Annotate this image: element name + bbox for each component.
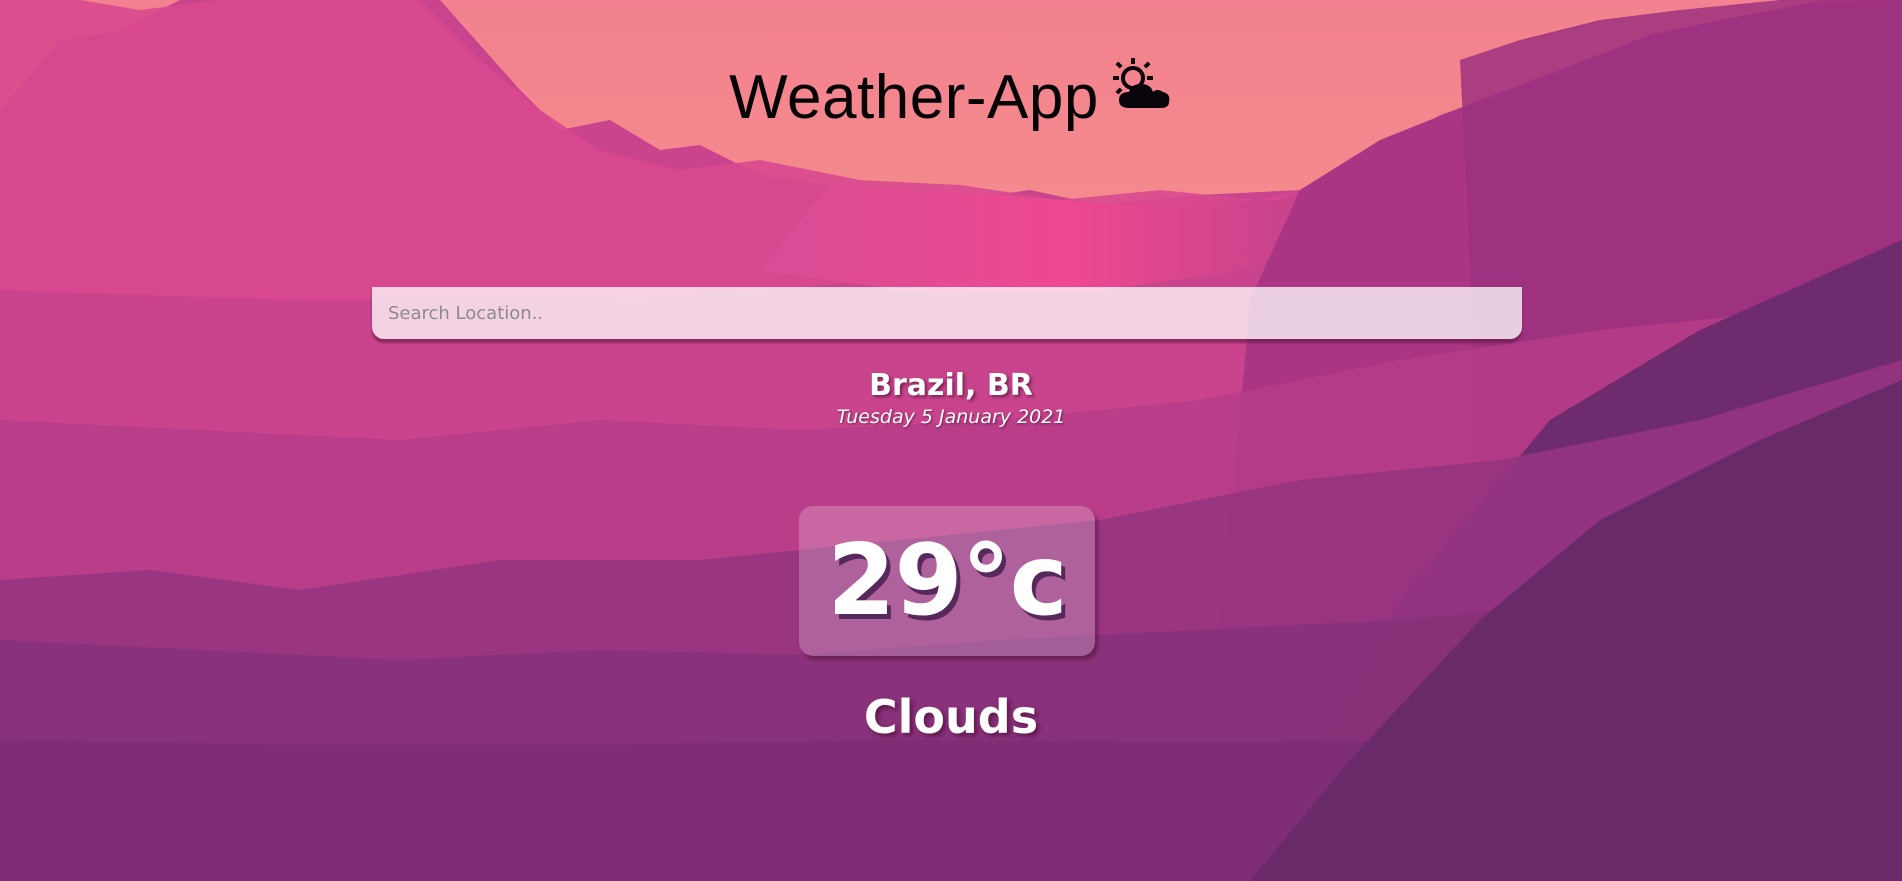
weather-app: Weather-App Brazil, BR Tuesday 5 January… <box>0 0 1902 881</box>
app-title-text: Weather-App <box>729 63 1099 132</box>
search-box <box>372 287 1522 339</box>
app-title: Weather-App <box>0 58 1902 137</box>
location-name: Brazil, BR <box>869 368 1033 403</box>
temperature-card: 29°c <box>799 506 1095 656</box>
location-date: Tuesday 5 January 2021 <box>836 406 1066 428</box>
sun-behind-cloud-icon <box>1109 56 1173 127</box>
weather-condition: Clouds <box>863 690 1039 744</box>
temperature-value: 29°c <box>827 524 1067 638</box>
search-input[interactable] <box>372 287 1522 339</box>
